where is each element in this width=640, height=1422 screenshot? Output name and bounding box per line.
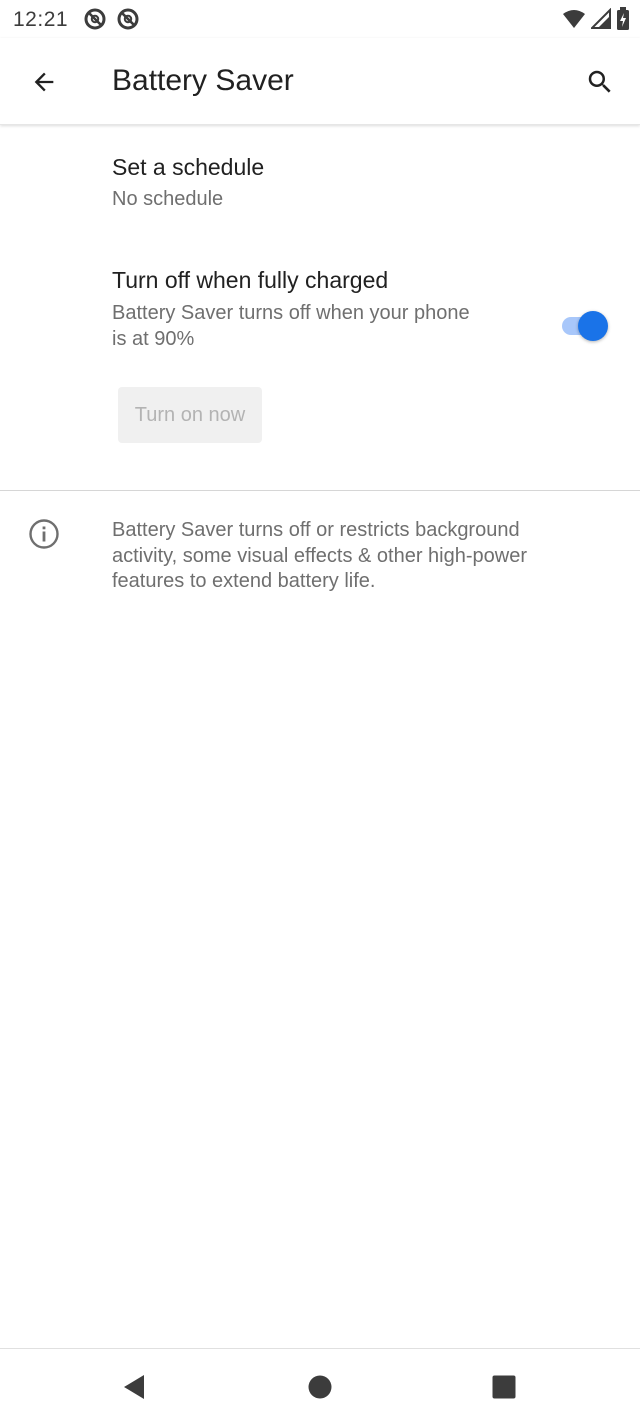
nav-home-button[interactable] <box>292 1359 348 1415</box>
do-not-disturb-icon <box>117 8 139 35</box>
schedule-summary: No schedule <box>112 188 224 210</box>
info-description: Battery Saver turns off or restricts bac… <box>112 518 592 595</box>
schedule-title: Set a schedule <box>112 154 265 180</box>
status-right-icons <box>562 7 630 36</box>
auto-off-summary-line1: Battery Saver turns off when your phone <box>112 302 470 324</box>
auto-off-toggle[interactable] <box>560 307 612 343</box>
arrow-back-icon <box>34 72 54 92</box>
battery-charging-icon <box>616 7 630 36</box>
recents-square-icon <box>492 1375 516 1399</box>
info-line: features to extend battery life. <box>112 570 376 592</box>
auto-off-title: Turn off when fully charged <box>112 267 389 293</box>
cell-signal-icon <box>589 7 611 35</box>
search-button[interactable] <box>576 58 624 106</box>
auto-off-preference[interactable]: Turn off when fully charged Battery Save… <box>0 262 640 362</box>
battery-saver-screen: 12:21 Battery Saver Set a schedule No sc… <box>0 0 640 1422</box>
status-bar: 12:21 <box>0 0 640 38</box>
divider <box>0 490 640 491</box>
back-button[interactable] <box>20 58 68 106</box>
wifi-icon <box>562 8 586 35</box>
toggle-thumb <box>578 311 608 341</box>
info-icon <box>28 518 60 550</box>
info-line: activity, some visual effects & other hi… <box>112 544 527 567</box>
status-time: 12:21 <box>13 8 69 31</box>
navigation-bar <box>0 1348 640 1422</box>
nav-back-button[interactable] <box>106 1359 162 1415</box>
turn-on-now-button[interactable]: Turn on now <box>118 387 262 443</box>
auto-off-summary-line2: is at 90% <box>112 328 195 350</box>
schedule-preference[interactable]: Set a schedule No schedule <box>0 140 640 230</box>
status-left-icons <box>84 8 139 35</box>
app-bar: Battery Saver <box>0 38 640 125</box>
search-icon <box>588 70 611 93</box>
back-triangle-icon <box>124 1375 144 1399</box>
info-line: Battery Saver turns off or restricts bac… <box>112 519 520 541</box>
page-title: Battery Saver <box>112 64 294 97</box>
nav-recents-button[interactable] <box>476 1359 532 1415</box>
do-not-disturb-icon <box>84 8 106 35</box>
home-circle-icon <box>308 1375 332 1399</box>
